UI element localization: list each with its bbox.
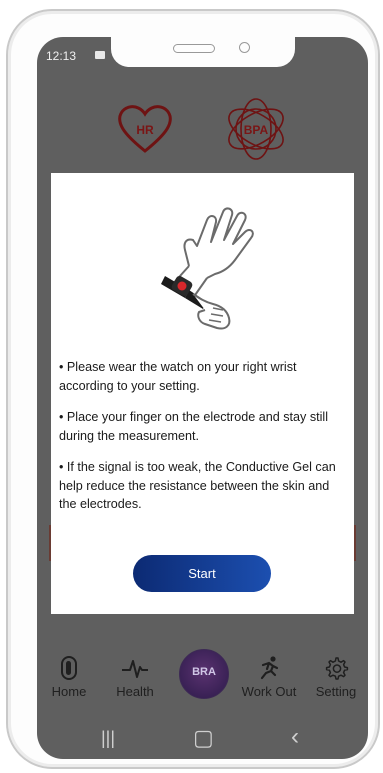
front-camera xyxy=(239,42,250,53)
nav-item-work-out[interactable]: Work Out xyxy=(237,655,301,699)
nav-item-setting[interactable]: Setting xyxy=(311,655,361,699)
nav-label-setting: Setting xyxy=(315,684,357,699)
nav-item-home[interactable]: Home xyxy=(47,655,91,699)
app-screen: 12:13 HR BPA • Please wear the watch on … xyxy=(37,37,368,759)
start-button[interactable]: Start xyxy=(133,555,271,592)
bpa-label: BPA xyxy=(244,123,269,137)
wrist-watch-finger-icon xyxy=(161,207,254,330)
phone-frame: 12:13 HR BPA • Please wear the watch on … xyxy=(6,9,380,769)
instruction-wear-watch: • Please wear the watch on your right wr… xyxy=(59,360,297,393)
speaker-grille xyxy=(173,44,215,53)
nav-label-health: Health xyxy=(116,684,154,699)
status-bar: 12:13 xyxy=(37,37,368,69)
back-button[interactable]: ‹ xyxy=(291,723,299,751)
heartbeat-icon xyxy=(122,660,148,678)
system-navigation-bar: ||| ▢ ‹ xyxy=(37,721,368,755)
instruction-place-finger: • Place your finger on the electrode and… xyxy=(59,410,329,443)
band-icon xyxy=(61,656,77,680)
status-time: 12:13 xyxy=(46,49,77,63)
nav-item-health[interactable]: Health xyxy=(109,655,161,699)
home-button[interactable]: ▢ xyxy=(193,725,214,751)
bra-logo: BRA xyxy=(192,666,216,678)
bpa-atom-icon[interactable]: BPA xyxy=(221,97,291,161)
image-icon xyxy=(95,51,105,59)
hr-label: HR xyxy=(136,123,154,137)
hr-heart-icon[interactable]: HR xyxy=(115,101,175,157)
recent-apps-button[interactable]: ||| xyxy=(101,728,115,749)
gear-icon xyxy=(325,657,349,680)
measurement-type-row: HR BPA xyxy=(37,97,368,177)
bottom-navigation: Home Health BRA Work Out Setting xyxy=(37,649,368,719)
camera-notch xyxy=(111,37,295,67)
nav-label-home: Home xyxy=(51,684,87,699)
nav-label-work-out: Work Out xyxy=(241,684,297,699)
instructions-text: • Please wear the watch on your right wr… xyxy=(59,358,349,527)
nav-item-bra[interactable]: BRA xyxy=(179,649,229,699)
measurement-instructions-dialog: • Please wear the watch on your right wr… xyxy=(51,173,354,614)
running-icon xyxy=(260,656,279,680)
instruction-conductive-gel: • If the signal is too weak, the Conduct… xyxy=(59,460,336,511)
